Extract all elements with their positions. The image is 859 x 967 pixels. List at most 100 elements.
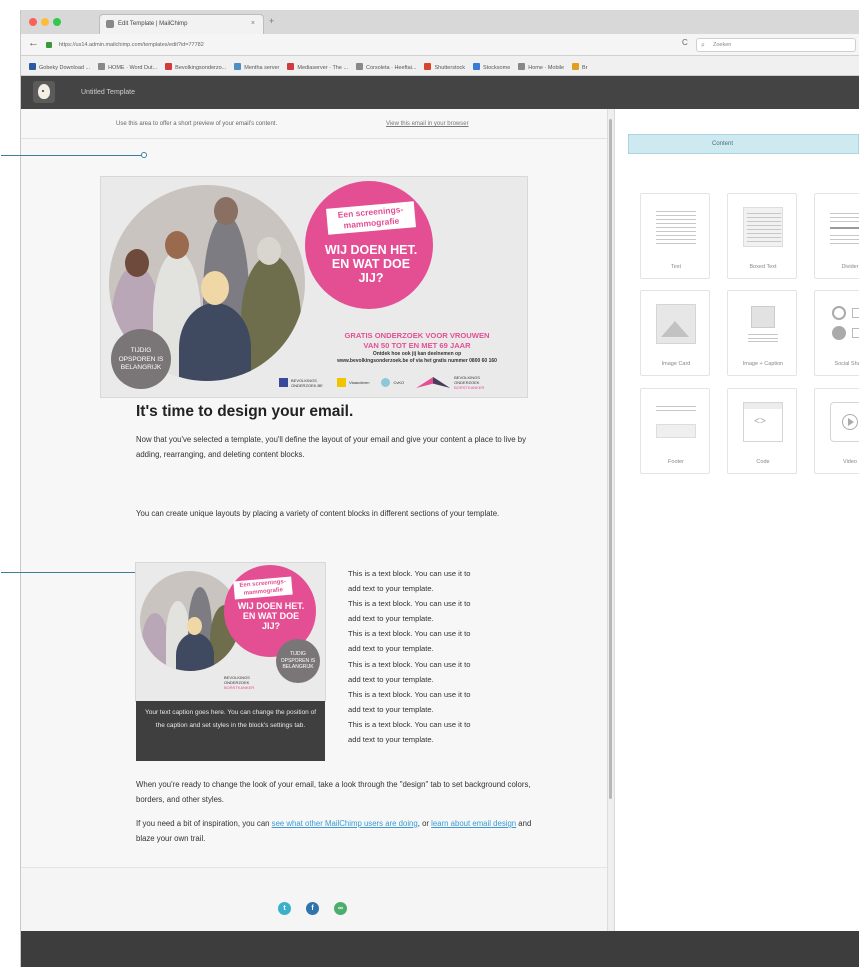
text-block-line: add text to your template. <box>348 614 434 624</box>
url-bar: ← https://us14.admin.mailchimp.com/templ… <box>21 34 859 56</box>
bookmark-item[interactable]: Home · Mobile <box>518 58 564 75</box>
tab-close-icon[interactable]: × <box>251 15 255 33</box>
text-block-line: This is a text block. You can use it to <box>348 599 471 609</box>
small-slogan-line-3: JIJ? <box>261 621 280 632</box>
minimize-window-button[interactable] <box>41 18 49 26</box>
text-block-line: add text to your template. <box>348 644 434 654</box>
browser-tab[interactable]: Edit Template | MailChimp × <box>99 14 264 34</box>
intro-paragraph[interactable]: Now that you've selected a template, you… <box>136 433 536 462</box>
search-placeholder: Zoeken <box>713 42 732 48</box>
bookmark-label: Gobeky Download ... <box>39 65 91 71</box>
content-block-image-card[interactable]: Image Card <box>640 290 710 376</box>
mailchimp-logo-icon[interactable] <box>33 81 55 103</box>
maximize-window-button[interactable] <box>53 18 61 26</box>
scrollbar-thumb[interactable] <box>609 119 612 799</box>
content-block-label: Text <box>670 264 682 270</box>
see-other-users-link[interactable]: see what other MailChimp users are doing <box>272 819 418 828</box>
bookmark-icon <box>29 63 36 70</box>
link-icon[interactable]: ∞ <box>334 902 347 915</box>
bookmark-icon <box>165 63 173 70</box>
offer-line-1: GRATIS ONDERZOEK VOOR VROUWEN <box>344 331 490 340</box>
search-input[interactable]: ⌕ Zoeken <box>696 38 856 52</box>
address-field[interactable]: https://us14.admin.mailchimp.com/templat… <box>43 38 663 52</box>
email-headline[interactable]: It's time to design your email. <box>136 403 353 421</box>
bookmark-item[interactable]: Stocksome <box>473 58 510 75</box>
bookmark-item[interactable]: Bevolkingsonderzo... <box>165 58 227 75</box>
content-block-code[interactable]: <> Code <box>727 388 797 474</box>
text-block-line: add text to your template. <box>348 704 434 714</box>
preheader[interactable]: Use this area to offer a short preview o… <box>21 109 607 139</box>
callout-dot-1 <box>141 152 147 158</box>
bookmark-icon <box>518 63 526 70</box>
bookmark-item[interactable]: Mediaserver · The ... <box>287 58 348 75</box>
slogan-text: WIJ DOEN HET. EN WAT DOE JIJ? <box>313 243 429 285</box>
design-paragraph[interactable]: When you're ready to change the look of … <box>136 778 536 807</box>
bookmark-icon <box>98 63 106 70</box>
bookmark-item[interactable]: Gobeky Download ... <box>29 58 91 75</box>
social-share-icon <box>830 304 859 344</box>
bookmark-icon <box>424 63 432 70</box>
text-block-line: This is a text block. You can use it to <box>348 569 471 578</box>
lock-icon <box>46 42 52 48</box>
small-slogan-line-2: EN WAT DOE <box>242 611 300 622</box>
tab-content[interactable]: Content <box>628 134 859 154</box>
bookmark-item[interactable]: Br <box>572 58 588 75</box>
content-block-footer[interactable]: Footer <box>640 388 710 474</box>
callout-line-2 <box>1 572 149 573</box>
bookmark-icon <box>234 63 242 70</box>
layouts-paragraph[interactable]: You can create unique layouts by placing… <box>136 507 536 522</box>
browser-window: Edit Template | MailChimp × + ← https://… <box>1 10 859 967</box>
content-block-label: Image Card <box>661 361 691 367</box>
text-block-line: add text to your template. <box>348 735 434 745</box>
template-title[interactable]: Untitled Template <box>81 76 135 109</box>
image-caption-image[interactable]: Een screenings- mammografie WIJ DOEN HET… <box>136 563 325 701</box>
early-detection-badge: TIJDIG OPSPOREN IS BELANGRIJK <box>111 329 171 389</box>
bookmark-item[interactable]: Corsoleta · Heeftai... <box>356 58 416 75</box>
content-block-divider[interactable]: Divider <box>814 193 859 279</box>
preheader-text: Use this area to offer a short preview o… <box>116 121 278 127</box>
hero-image[interactable]: Een screenings- mammografie WIJ DOEN HET… <box>101 177 527 397</box>
info-text: Ontdek hoe ook jij kan deelnemen op www.… <box>309 351 525 365</box>
bookmark-label: Shutterstock <box>434 65 466 71</box>
text-block-line: This is a text block. You can use it to <box>348 689 471 699</box>
inspiration-text-mid: , or <box>417 819 432 828</box>
content-block-social-share[interactable]: Social Share <box>814 290 859 376</box>
slogan-line-1: WIJ DOEN HET. <box>324 243 418 257</box>
email-footer[interactable]: t f ∞ <box>21 867 607 931</box>
close-window-button[interactable] <box>29 18 37 26</box>
view-in-browser-link[interactable]: View this email in your browser <box>386 109 469 139</box>
twitter-icon[interactable]: t <box>278 902 291 915</box>
facebook-icon[interactable]: f <box>306 902 319 915</box>
bookmark-item[interactable]: Shutterstock <box>424 58 466 75</box>
badge-line-2: OPSPOREN IS <box>118 355 164 363</box>
content-block-label: Video <box>843 459 857 465</box>
slogan-line-3: JIJ? <box>358 271 384 285</box>
canvas-scrollbar[interactable] <box>607 109 613 931</box>
inspiration-text-start: If you need a bit of inspiration, you ca… <box>136 819 272 828</box>
content-block-boxed-text[interactable]: Boxed Text <box>727 193 797 279</box>
badge-line-1: TIJDIG <box>130 347 152 354</box>
bookmark-label: Br <box>582 65 588 71</box>
new-tab-button[interactable]: + <box>269 16 274 26</box>
back-arrow-icon[interactable]: ← <box>28 37 39 49</box>
inspiration-paragraph[interactable]: If you need a bit of inspiration, you ca… <box>136 817 536 846</box>
text-block-line: add text to your template. <box>348 674 434 684</box>
text-block[interactable]: This is a text block. You can use it to a… <box>348 566 538 747</box>
bookmark-item[interactable]: Mentha server <box>234 58 279 75</box>
content-block-video[interactable]: Video <box>814 388 859 474</box>
bookmark-label: Bevolkingsonderzo... <box>175 65 227 71</box>
bookmark-icon <box>473 63 481 70</box>
reload-icon[interactable]: C <box>682 38 688 47</box>
text-block-line: This is a text block. You can use it to <box>348 629 471 639</box>
learn-email-design-link[interactable]: learn about email design <box>431 819 516 828</box>
search-icon: ⌕ <box>701 42 705 49</box>
image-caption-icon <box>743 304 783 344</box>
image-caption-text[interactable]: Your text caption goes here. You can cha… <box>136 701 325 761</box>
content-block-text[interactable]: Text <box>640 193 710 279</box>
content-block-image-caption[interactable]: Image + Caption <box>727 290 797 376</box>
cvko-logo: CvKO <box>381 378 404 387</box>
bookmark-item[interactable]: HOME · Word Dut... <box>98 58 157 75</box>
bookmarks-bar: Gobeky Download ... HOME · Word Dut... Bev… <box>21 56 859 76</box>
borstkanker-logo: BEVOLKINGS ONDERZOEK BORSTKANKER <box>416 375 484 390</box>
bevolkingsonderzoek-logo: BEVOLKINGS ONDERZOEK.BE <box>279 378 325 388</box>
